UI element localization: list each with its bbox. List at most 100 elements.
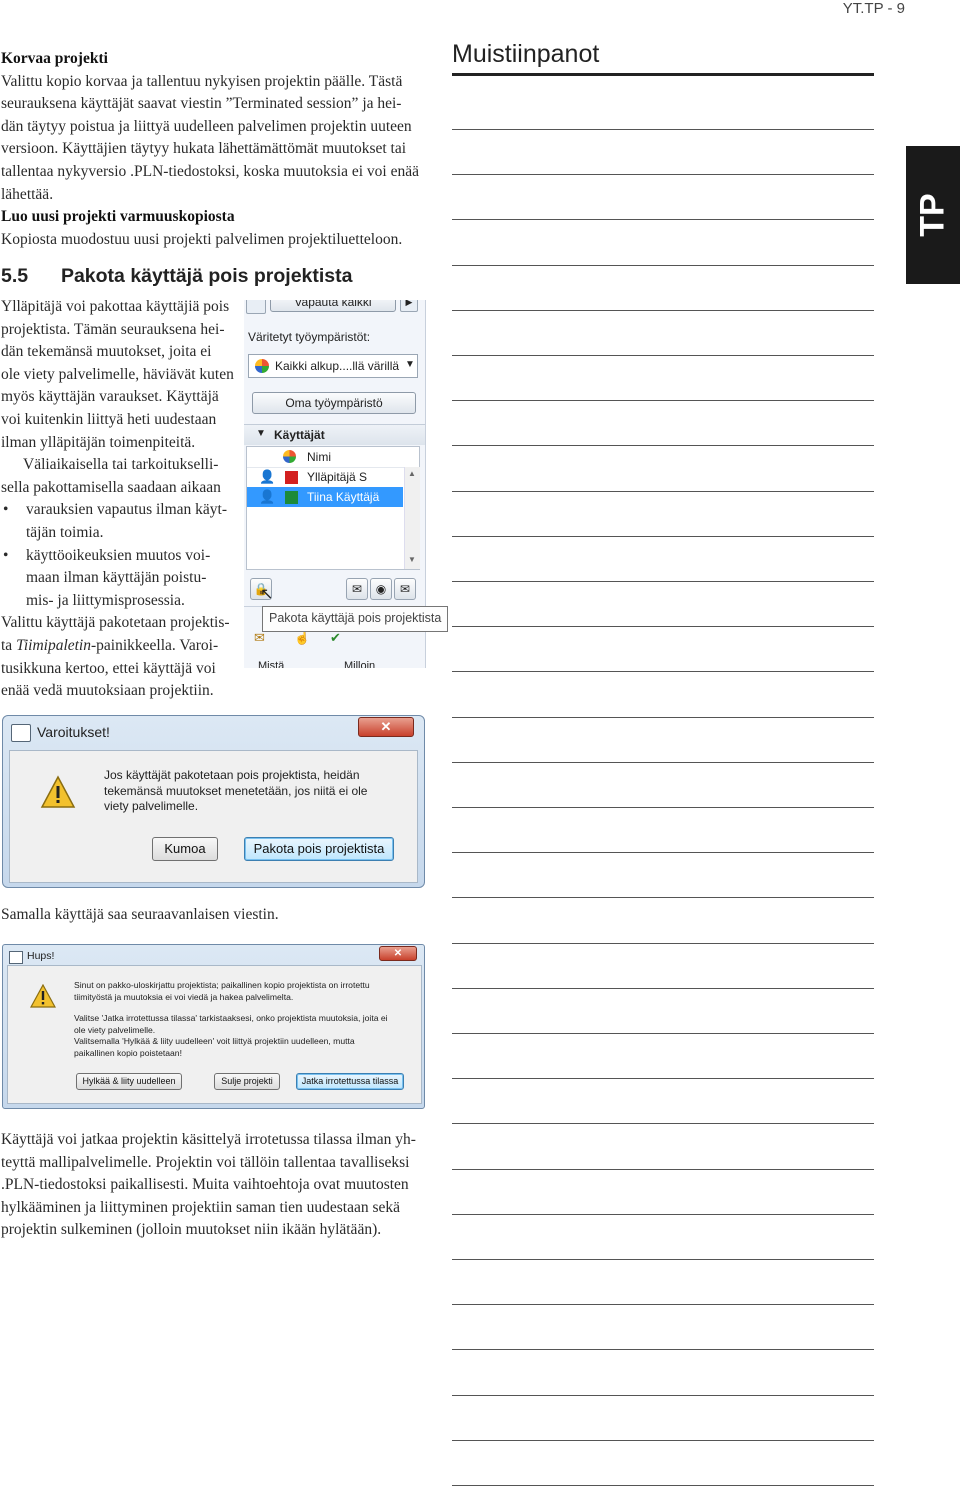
bullet-line: täjän toimia.	[26, 523, 104, 541]
user-icon: 👤	[259, 469, 276, 484]
text-line: Ylläpitäjä voi pakottaa käyttäjiä pois	[1, 298, 230, 315]
list-item-selected[interactable]: 👤 Tiina Käyttäjä	[247, 487, 403, 507]
color-wheel-icon	[283, 450, 296, 463]
text-line: voi kuitenkin liittyä heti uudestaan	[1, 410, 217, 428]
envelope-icon[interactable]: ✉	[254, 630, 265, 646]
warning-icon	[30, 984, 56, 1008]
palette-icon[interactable]	[246, 300, 266, 314]
note-line	[452, 626, 874, 628]
list-item[interactable]: 👤 Ylläpitäjä S	[247, 467, 403, 487]
text-line: ole viety palvelimelle, häviävät kuten	[1, 365, 234, 383]
note-line	[452, 1213, 874, 1215]
color-wheel-button[interactable]: ◉	[370, 578, 392, 600]
hups-dialog: Hups! ✕ ↖ Sinut on pakko-uloskirjattu pr…	[2, 944, 425, 1109]
dialog-message: Jos käyttäjät pakotetaan pois projektist…	[104, 768, 367, 815]
message-line: ole viety palvelimelle.	[74, 1024, 156, 1035]
text-line: seurauksena käyttäjät saavat viestin ”Te…	[1, 95, 402, 113]
text-span: ta	[1, 636, 17, 654]
note-line	[452, 987, 874, 989]
bullet-line: käyttöoikeuksien muutos voi-	[26, 546, 211, 564]
replace-heading: Korvaa projekti	[1, 50, 108, 67]
note-line	[452, 581, 874, 582]
note-line	[452, 129, 874, 130]
note-line	[452, 852, 874, 854]
text-line: dän täytyy poistua ja liittyä uudelleen …	[1, 117, 412, 135]
bullet-item: • varauksien vapautus ilman käyt- täjän …	[1, 499, 237, 544]
reject-rejoin-button[interactable]: Hylkää & liity uudelleen	[76, 1073, 182, 1090]
own-workspace-button[interactable]: Oma työympäristö	[252, 392, 416, 414]
cancel-button[interactable]: Kumoa	[152, 837, 218, 861]
message-line: paikallinen kopio poistetaan!	[74, 1047, 182, 1058]
text-line: dän tekemänsä muutokset, joita ei	[1, 343, 212, 361]
arrow-right-icon[interactable]: ▶	[400, 300, 418, 312]
note-line	[452, 1123, 874, 1125]
list-header[interactable]: Nimi	[247, 447, 419, 468]
dialog-title: Varoitukset!	[37, 724, 110, 740]
users-section-header[interactable]: ▼ Käyttäjät	[244, 424, 425, 445]
message-line: tiimityöstä ja muutoksia ei voi viedä ja…	[74, 991, 294, 1002]
column-when: Milloin	[344, 660, 376, 668]
warning-dialog: Varoitukset! ✕ Jos käyttäjät pakotetaan …	[2, 715, 425, 888]
text-line: Valittu käyttäjä pakotetaan projektis-	[1, 614, 230, 632]
text-line: enää vedä muutoksiaan projektiin.	[1, 682, 214, 700]
mouse-cursor-icon: ↖	[260, 586, 274, 603]
close-icon[interactable]: ✕	[379, 946, 417, 961]
user-name: Ylläpitäjä S	[307, 470, 368, 484]
section-tab-label: TP	[913, 193, 952, 237]
text-line: projektista. Tämän seurauksena hei-	[1, 320, 225, 338]
note-line	[452, 1033, 874, 1034]
note-line	[452, 716, 874, 718]
dialog-title: Hups!	[27, 950, 55, 962]
backup-heading: Luo uusi projekti varmuuskopiosta	[1, 208, 235, 226]
continue-detached-button[interactable]: Jatka irrotettussa tilassa	[296, 1073, 404, 1090]
close-project-button[interactable]: Sulje projekti	[214, 1073, 280, 1090]
note-line	[452, 1439, 874, 1441]
text-line: projektin sulkeminen (jolloin muutokset …	[1, 1221, 382, 1239]
scroll-up-icon: ▲	[408, 469, 416, 478]
note-line	[452, 671, 874, 673]
send-icon[interactable]: ✉	[394, 578, 416, 600]
bullet-icon: •	[3, 501, 9, 519]
hand-icon[interactable]: ☝	[294, 630, 310, 646]
bullet-icon: •	[3, 546, 9, 564]
section-replace: Korvaa projekti Valittu kopio korvaa ja …	[1, 48, 431, 251]
notes-title: Muistiinpanot	[452, 40, 600, 68]
close-icon[interactable]: ✕	[358, 717, 414, 737]
text-span: -painikkeella. Varoi-	[91, 636, 219, 654]
note-line	[452, 219, 874, 221]
user-icon: 👤	[259, 489, 276, 504]
text-line: tusikkuna kertoo, ettei käyttäjä voi	[1, 659, 216, 677]
section-55-body: Ylläpitäjä voi pakottaa käyttäjiä pois p…	[1, 296, 237, 703]
message-line: Jos käyttäjät pakotetaan pois projektist…	[104, 768, 360, 782]
dialog-body: Jos käyttäjät pakotetaan pois projektist…	[9, 750, 418, 883]
note-line	[452, 174, 874, 176]
check-mail-icon[interactable]: ✔	[330, 630, 341, 646]
text-line: .PLN-tiedostoksi paikallisesti. Muita va…	[1, 1176, 409, 1194]
user-color-swatch	[285, 491, 298, 504]
note-line	[452, 1078, 874, 1080]
warning-icon	[40, 775, 76, 808]
release-all-button[interactable]: Vapauta kaikki	[270, 300, 396, 312]
section-title: Pakota käyttäjä pois projektista	[60, 265, 353, 287]
text-line: Kopiosta muodostuu uusi projekti palveli…	[1, 230, 403, 248]
final-paragraph: Käyttäjä voi jatkaa projektin käsittelyä…	[1, 1129, 431, 1242]
app-window-icon	[9, 951, 23, 964]
users-scrollbar[interactable]: ▲ ▼	[404, 467, 420, 569]
force-out-button[interactable]: Pakota pois projektista	[244, 837, 394, 861]
scroll-down-icon: ▼	[408, 555, 416, 564]
message-line: Valitse 'Jatka irrotettussa tilassa' tar…	[74, 1013, 388, 1023]
text-line: ilman ylläpitäjän toimenpiteitä.	[1, 433, 196, 451]
palette-name: Tiimipaletin	[16, 636, 91, 654]
note-line	[452, 1259, 874, 1260]
note-line	[452, 1304, 874, 1306]
text-line: lähettää.	[1, 185, 54, 203]
message-line: Sinut on pakko-uloskirjattu projektista;…	[74, 980, 370, 990]
workspaces-label: Väritetyt työympäristöt:	[248, 330, 371, 344]
workspace-combo[interactable]: Kaikki alkup....llä värillä ▼	[248, 354, 418, 378]
chevron-down-icon: ▼	[256, 428, 266, 439]
text-line: teyttä mallipalvelimelle. Projektin voi …	[1, 1153, 410, 1171]
combo-value: Kaikki alkup....llä värillä	[275, 359, 400, 373]
message-icon[interactable]: ✉	[346, 578, 368, 600]
bullet-item: • käyttöoikeuksien muutos voi- maan ilma…	[1, 545, 237, 613]
note-line	[452, 1394, 874, 1396]
